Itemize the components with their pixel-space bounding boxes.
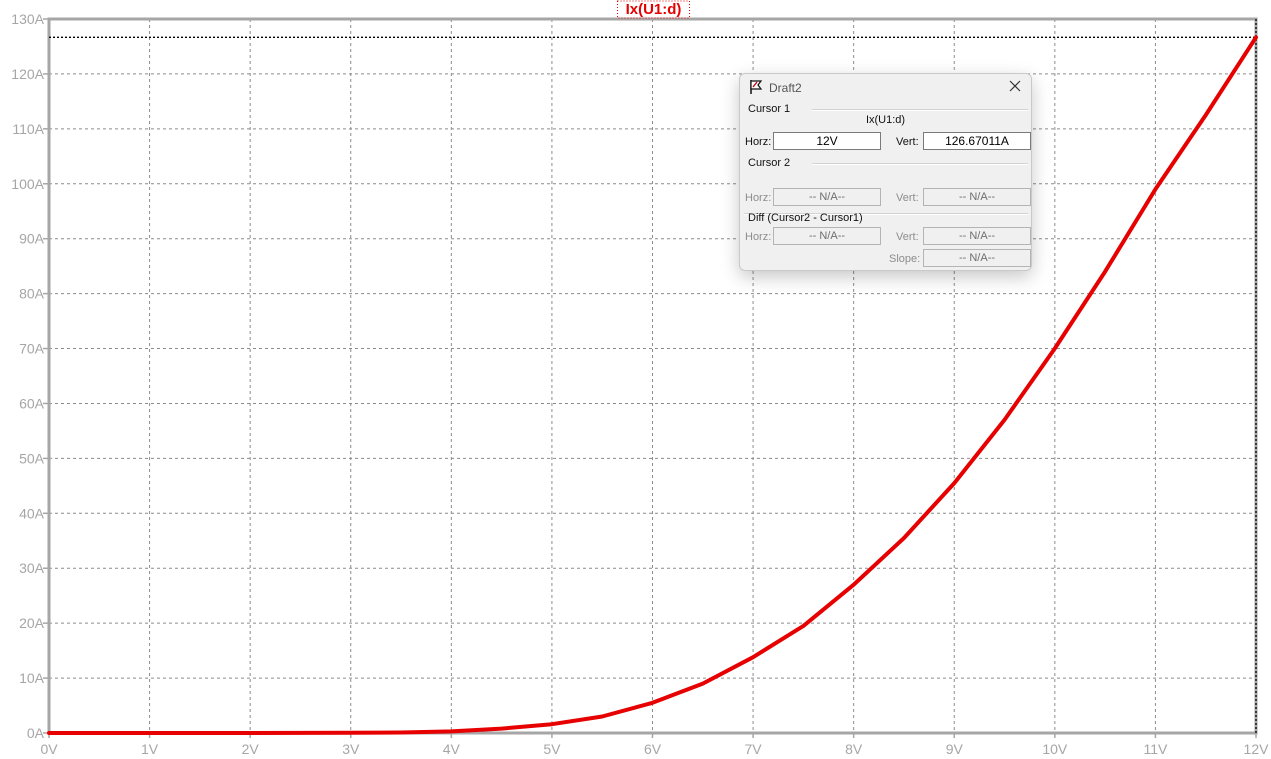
diff-vert-label: Vert: — [896, 231, 919, 243]
cursor1-vert-field[interactable]: 126.67011A — [923, 132, 1031, 150]
x-tick-label: 5V — [543, 741, 561, 757]
x-tick-labels: 0V 1V 2V 3V 4V 5V 6V 7V 8V 9V 10V 11V 12V — [40, 733, 1269, 757]
x-tick-label: 12V — [1244, 741, 1270, 757]
y-tick-label: 90A — [19, 231, 45, 247]
y-tick-label: 80A — [19, 286, 45, 302]
y-tick-label: 110A — [12, 121, 44, 137]
x-tick-label: 3V — [342, 741, 360, 757]
x-tick-label: 4V — [443, 741, 461, 757]
y-tick-label: 30A — [19, 560, 45, 576]
cursor1-vert-label: Vert: — [896, 136, 919, 148]
diff-horz-field[interactable]: -- N/A-- — [773, 227, 881, 245]
cursor2-vert-label: Vert: — [896, 192, 919, 204]
x-tick-label: 2V — [242, 741, 260, 757]
cursor2-horz-label: Horz: — [745, 192, 772, 204]
y-tick-label: 60A — [19, 395, 45, 411]
y-tick-label: 70A — [19, 341, 45, 357]
x-tick-label: 0V — [40, 741, 58, 757]
close-icon[interactable] — [1007, 78, 1023, 94]
dialog-titlebar[interactable]: Draft2 — [740, 74, 1031, 100]
x-tick-label: 11V — [1143, 741, 1168, 757]
diff-vert-field[interactable]: -- N/A-- — [923, 227, 1031, 245]
plot-area[interactable]: 0V 1V 2V 3V 4V 5V 6V 7V 8V 9V 10V 11V 12V 0A 10A 20A 30… — [0, 0, 1271, 759]
diff-group-label: Diff (Cursor2 - Cursor1) — [748, 212, 863, 224]
cursor1-trace-name: Ix(U1:d) — [865, 114, 906, 126]
cursor-flag-icon — [750, 80, 763, 94]
y-tick-label: 0A — [27, 725, 45, 741]
x-tick-label: 7V — [745, 741, 763, 757]
y-tick-labels: 0A 10A 20A 30A 40A 50A 60A 70A 80A 90A 100A 110A 120… — [11, 11, 49, 741]
diff-slope-label: Slope: — [889, 253, 921, 265]
diff-slope-field[interactable]: -- N/A-- — [923, 249, 1031, 267]
x-tick-label: 6V — [644, 741, 662, 757]
cursor2-group-line — [812, 163, 1028, 165]
cursor2-horz-field[interactable]: -- N/A-- — [773, 188, 881, 206]
cursor2-vert-field[interactable]: -- N/A-- — [923, 188, 1031, 206]
y-tick-label: 20A — [19, 615, 45, 631]
x-tick-label: 9V — [946, 741, 964, 757]
diff-horz-label: Horz: — [745, 231, 772, 243]
dialog-title: Draft2 — [769, 81, 802, 95]
x-tick-label: 1V — [141, 741, 159, 757]
y-tick-label: 120A — [11, 66, 44, 82]
y-tick-label: 10A — [19, 670, 45, 686]
y-tick-label: 40A — [19, 505, 45, 521]
cursor2-group-label: Cursor 2 — [748, 157, 791, 169]
trace-title[interactable]: Ix(U1:d) — [626, 1, 682, 18]
x-tick-label: 8V — [845, 741, 863, 757]
cursor-dialog: Draft2 Cursor 1 Ix(U1:d) Horz: 12V Vert:… — [739, 73, 1032, 271]
grid — [49, 19, 1256, 733]
cursor1-horz-label: Horz: — [745, 136, 772, 148]
y-tick-label: 100A — [11, 176, 44, 192]
x-tick-label: 10V — [1042, 741, 1068, 757]
y-tick-label: 130A — [11, 11, 44, 27]
cursor1-group-line — [812, 109, 1028, 111]
y-tick-label: 50A — [19, 450, 45, 466]
cursor1-horz-field[interactable]: 12V — [773, 132, 881, 150]
